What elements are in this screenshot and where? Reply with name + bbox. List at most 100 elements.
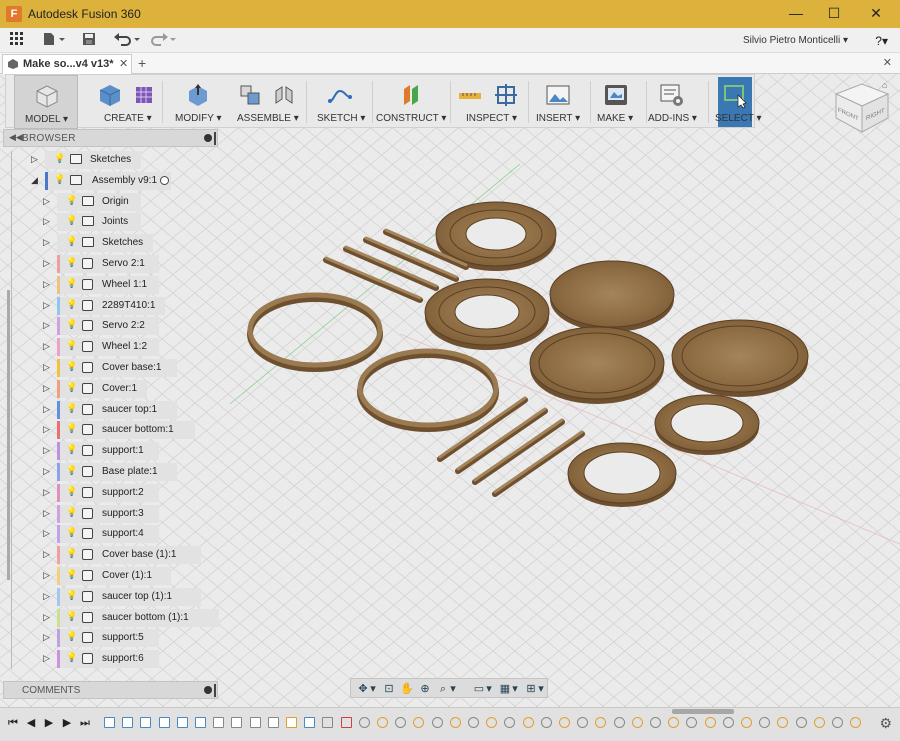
visibility-bulb-icon[interactable]: 💡 bbox=[66, 548, 77, 559]
visibility-bulb-icon[interactable]: 💡 bbox=[66, 382, 77, 393]
timeline-prev-icon[interactable]: ◀ bbox=[24, 716, 38, 730]
undo-icon[interactable] bbox=[112, 32, 142, 50]
part-ring-middle[interactable] bbox=[424, 278, 550, 350]
data-panel-grid-icon[interactable] bbox=[8, 32, 26, 50]
expand-arrow-icon[interactable]: ▷ bbox=[43, 445, 50, 456]
maximize-button[interactable]: ☐ bbox=[814, 0, 854, 28]
tree-item[interactable]: ▷ 💡 Origin bbox=[43, 192, 141, 211]
timeline-feature-icon[interactable] bbox=[650, 717, 661, 728]
close-button[interactable]: ✕ bbox=[856, 0, 896, 28]
visibility-bulb-icon[interactable]: 💡 bbox=[54, 174, 65, 185]
expand-arrow-icon[interactable]: ▷ bbox=[43, 487, 50, 498]
timeline-feature-icon[interactable] bbox=[795, 717, 807, 728]
timeline-feature-icon[interactable] bbox=[704, 717, 716, 728]
timeline-feature-icon[interactable] bbox=[449, 717, 461, 728]
visibility-bulb-icon[interactable]: 💡 bbox=[66, 319, 77, 330]
tree-item-chip[interactable]: 💡 Wheel 1:2 bbox=[57, 338, 159, 357]
visibility-bulb-icon[interactable]: 💡 bbox=[66, 465, 77, 476]
tree-item[interactable]: ▷ 💡 Cover:1 bbox=[43, 379, 147, 398]
help-icon[interactable]: ?▾ bbox=[875, 34, 888, 48]
timeline-feature-icon[interactable] bbox=[486, 717, 498, 728]
comments-grip-icon[interactable] bbox=[214, 684, 216, 697]
browser-scrollbar[interactable] bbox=[7, 290, 10, 580]
expand-arrow-icon[interactable]: ▷ bbox=[31, 154, 38, 165]
timeline-feature-icon[interactable] bbox=[595, 717, 607, 728]
visibility-bulb-icon[interactable]: 💡 bbox=[66, 423, 77, 434]
part-saucer-left[interactable] bbox=[529, 326, 665, 404]
redo-icon[interactable] bbox=[148, 32, 178, 50]
visibility-bulb-icon[interactable]: 💡 bbox=[66, 444, 77, 455]
expand-arrow-icon[interactable]: ▷ bbox=[43, 528, 50, 539]
tree-item-chip[interactable]: 💡 Sketches bbox=[57, 234, 153, 253]
timeline-feature-icon[interactable] bbox=[668, 717, 680, 728]
expand-arrow-icon[interactable]: ▷ bbox=[43, 216, 50, 227]
visibility-bulb-icon[interactable]: 💡 bbox=[66, 403, 77, 414]
select-menu[interactable]: SELECT ▾ bbox=[712, 75, 762, 129]
visibility-bulb-icon[interactable]: 💡 bbox=[66, 340, 77, 351]
tree-item[interactable]: ▷ 💡 saucer bottom (1):1 bbox=[43, 608, 219, 627]
tree-item-chip[interactable]: 💡 Cover:1 bbox=[57, 379, 147, 398]
pin-dot-icon[interactable] bbox=[204, 134, 212, 142]
timeline-feature-icon[interactable] bbox=[759, 717, 771, 728]
tree-item-chip[interactable]: 💡 support:2 bbox=[57, 483, 159, 502]
tree-item-chip[interactable]: 💡 Base plate:1 bbox=[57, 463, 177, 481]
timeline-feature-icon[interactable] bbox=[140, 717, 152, 728]
timeline-feature-icon[interactable] bbox=[577, 717, 589, 728]
browser-header[interactable]: ◀◀ BROWSER bbox=[3, 129, 218, 147]
add-ins-menu[interactable]: ADD-INS ▾ bbox=[648, 75, 706, 129]
tree-item[interactable]: ▷ 💡 Cover base:1 bbox=[43, 359, 177, 377]
tree-item-chip[interactable]: 💡 saucer bottom (1):1 bbox=[57, 608, 219, 627]
expand-arrow-icon[interactable]: ▷ bbox=[43, 549, 50, 560]
timeline-feature-icon[interactable] bbox=[832, 717, 843, 728]
timeline-feature-icon[interactable] bbox=[777, 717, 789, 728]
expand-arrow-icon[interactable]: ▷ bbox=[43, 196, 50, 207]
create-menu[interactable]: CREATE ▾ bbox=[88, 75, 156, 129]
part-small-ring-right[interactable] bbox=[654, 394, 760, 455]
visibility-bulb-icon[interactable]: 💡 bbox=[66, 631, 77, 642]
panel-grip-icon[interactable] bbox=[214, 132, 216, 145]
tree-item[interactable]: ▷ 💡 support:4 bbox=[43, 525, 159, 544]
tree-item[interactable]: ▷ 💡 Servo 2:2 bbox=[43, 317, 159, 336]
expand-arrow-icon[interactable]: ▷ bbox=[43, 612, 50, 623]
make-menu[interactable]: MAKE ▾ bbox=[594, 75, 644, 129]
timeline-feature-icon[interactable] bbox=[741, 717, 752, 728]
tree-item[interactable]: ▷ 💡 Sketches bbox=[43, 234, 153, 253]
timeline-feature-icon[interactable] bbox=[213, 717, 225, 728]
timeline-feature-icon[interactable] bbox=[722, 717, 734, 728]
tree-item-chip[interactable]: 💡 Servo 2:2 bbox=[57, 317, 159, 336]
tree-item[interactable]: ▷ 💡 Sketches bbox=[31, 151, 141, 169]
part-saucer-right[interactable] bbox=[671, 319, 809, 397]
zoom-icon[interactable]: ⊕ bbox=[417, 682, 433, 696]
zoom-dropdown-icon[interactable]: ▾ bbox=[449, 682, 457, 696]
visibility-bulb-icon[interactable]: 💡 bbox=[66, 195, 77, 206]
timeline-feature-icon[interactable] bbox=[122, 717, 134, 728]
tree-item[interactable]: ▷ 💡 support:5 bbox=[43, 629, 159, 648]
tree-item-chip[interactable]: 💡 Joints bbox=[57, 213, 141, 232]
tree-item-chip[interactable]: 💡 support:3 bbox=[57, 504, 159, 523]
timeline-settings-gear-icon[interactable]: ⚙ bbox=[879, 715, 892, 732]
expand-arrow-icon[interactable]: ▷ bbox=[43, 320, 50, 331]
activate-radio-icon[interactable] bbox=[160, 175, 169, 185]
visibility-bulb-icon[interactable]: 💡 bbox=[66, 527, 77, 538]
expand-arrow-icon[interactable]: ▷ bbox=[43, 300, 50, 311]
timeline-play-icon[interactable]: ▶ bbox=[60, 716, 74, 730]
visibility-bulb-icon[interactable]: 💡 bbox=[66, 486, 77, 497]
collapse-icon[interactable]: ◀◀ bbox=[9, 132, 23, 143]
timeline-feature-icon[interactable] bbox=[286, 717, 297, 728]
tree-item[interactable]: ▷ 💡 support:3 bbox=[43, 504, 159, 523]
view-cube[interactable]: FRONT RIGHT ⌂ bbox=[828, 80, 892, 140]
visibility-bulb-icon[interactable]: 💡 bbox=[66, 590, 77, 601]
comments-panel[interactable]: COMMENTS bbox=[3, 681, 218, 699]
tree-item-chip[interactable]: 💡 Cover base (1):1 bbox=[57, 546, 201, 565]
expand-arrow-icon[interactable]: ▷ bbox=[43, 466, 50, 477]
timeline-feature-icon[interactable] bbox=[158, 717, 170, 728]
timeline-feature-icon[interactable] bbox=[395, 717, 407, 728]
timeline-feature-icon[interactable] bbox=[267, 717, 279, 728]
tree-item[interactable]: ▷ 💡 support:1 bbox=[43, 442, 159, 461]
tree-item[interactable]: ◢ 💡 Assembly v9:1 bbox=[31, 171, 171, 190]
tree-item-chip[interactable]: 💡 saucer top:1 bbox=[57, 400, 177, 419]
workspace-switcher[interactable]: MODEL ▾ bbox=[14, 75, 78, 129]
visibility-bulb-icon[interactable]: 💡 bbox=[66, 257, 77, 268]
viewports-dropdown-icon[interactable]: ▾ bbox=[537, 682, 545, 696]
expand-arrow-icon[interactable]: ▷ bbox=[43, 279, 50, 290]
